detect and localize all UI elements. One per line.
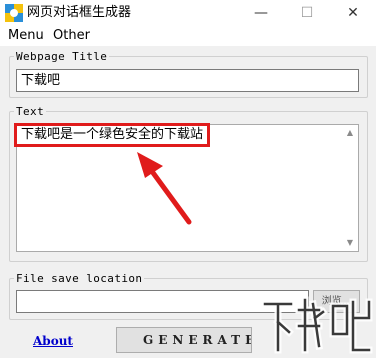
webpage-title-label: Webpage Title [16, 50, 108, 63]
close-button[interactable]: ✕ [330, 0, 376, 26]
about-link[interactable]: About [33, 334, 73, 348]
app-icon [5, 4, 23, 22]
maximize-button[interactable]: ☐ [284, 0, 330, 26]
watermark-logo [261, 296, 373, 354]
scroll-down-arrow-icon[interactable]: ▼ [342, 235, 358, 251]
menu-item-menu[interactable]: Menu [8, 28, 44, 44]
webpage-title-input[interactable]: 下载吧 [16, 69, 359, 92]
generate-button[interactable]: GENERATE [116, 327, 252, 353]
title-bar: 网页对话框生成器 — ☐ ✕ [0, 0, 376, 26]
scroll-up-arrow-icon[interactable]: ▲ [342, 125, 358, 141]
menu-item-other[interactable]: Other [53, 28, 90, 44]
file-save-label: File save location [16, 272, 143, 285]
menu-bar: Menu Other [0, 26, 376, 46]
annotation-highlight-box [14, 123, 210, 147]
window-title: 网页对话框生成器 [27, 5, 132, 20]
minimize-button[interactable]: — [238, 0, 284, 26]
text-label: Text [16, 105, 45, 118]
vertical-scrollbar[interactable]: ▲ ▼ [342, 125, 358, 251]
